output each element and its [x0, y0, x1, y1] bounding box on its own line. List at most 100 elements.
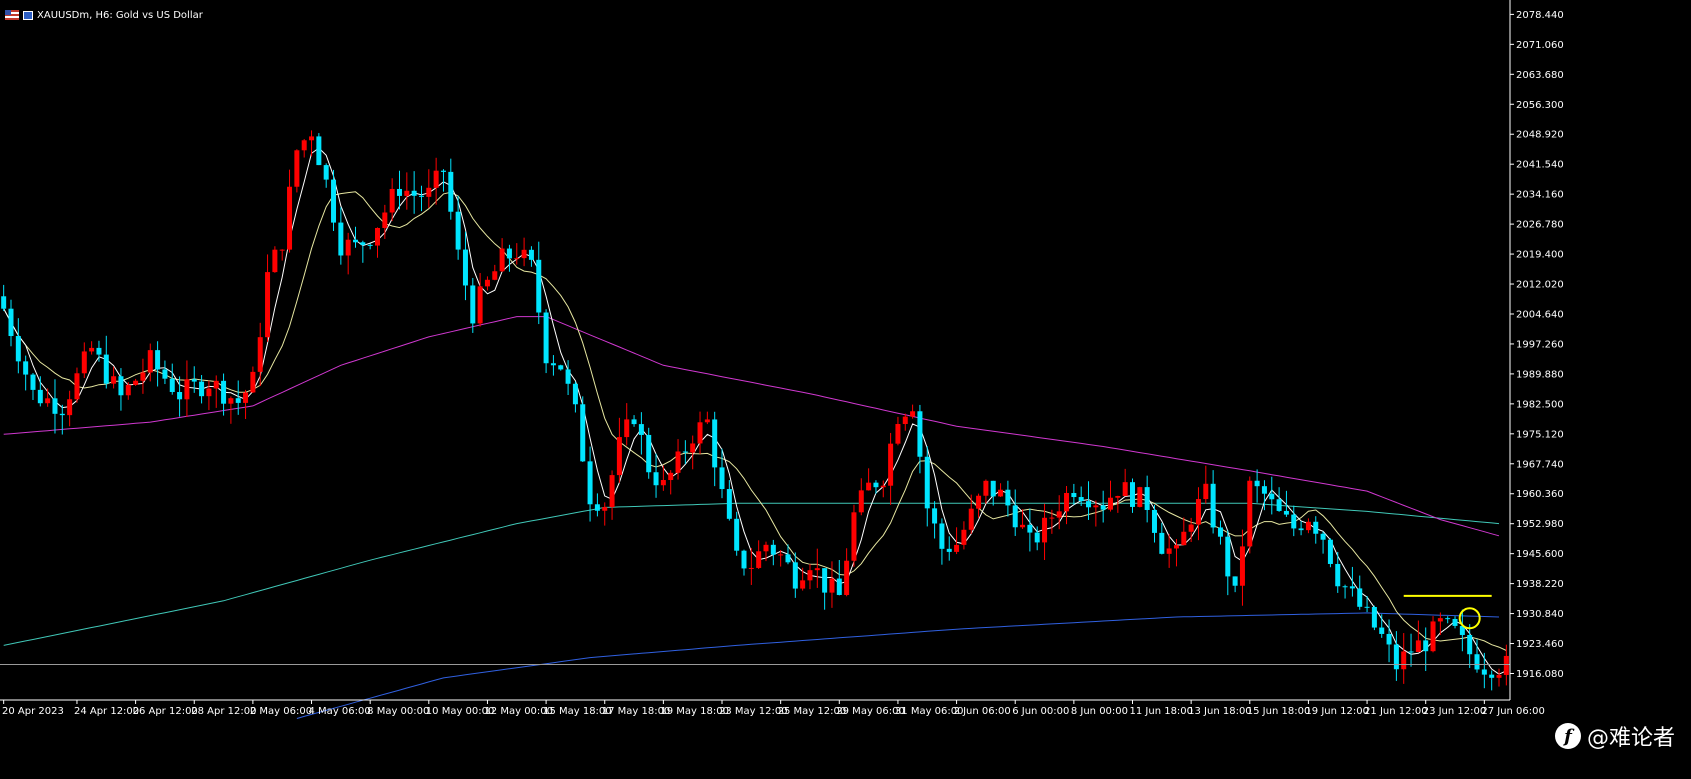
y-tick-label: 2071.060	[1516, 40, 1564, 51]
chart-header: XAUUSDm, H6: Gold vs US Dollar	[5, 8, 203, 22]
candle-body	[602, 507, 608, 511]
candle-body	[177, 392, 183, 400]
candle	[470, 277, 476, 333]
x-tick-label: 21 Jun 12:00	[1364, 706, 1428, 717]
candle	[998, 483, 1004, 497]
price-chart[interactable]: 2078.440 2071.060 2063.680 2056.300 2048.920…	[0, 0, 1691, 779]
candle	[836, 560, 842, 596]
candle	[536, 241, 542, 325]
y-tick-label: 2056.300	[1516, 100, 1564, 111]
candle	[1217, 520, 1223, 545]
candle-body	[1239, 546, 1245, 586]
candle-body	[1261, 486, 1267, 494]
candle	[528, 246, 534, 267]
candle-body	[1349, 586, 1355, 589]
candle-body	[470, 285, 476, 324]
candle-body	[1291, 514, 1297, 529]
candle	[697, 411, 703, 455]
candle-body	[785, 554, 791, 563]
candle	[690, 435, 696, 470]
candle	[792, 552, 798, 598]
candle	[961, 521, 967, 550]
candle-body	[15, 336, 21, 362]
candle-body	[125, 384, 131, 396]
candle-body	[1173, 545, 1179, 549]
candle-body	[1342, 586, 1348, 588]
candle-body	[52, 398, 58, 414]
candle	[37, 376, 43, 407]
candle-body	[543, 312, 549, 364]
candle	[155, 341, 161, 387]
candle	[279, 249, 285, 261]
candle	[983, 479, 989, 504]
y-tick-label: 2034.160	[1516, 190, 1564, 201]
candle	[484, 276, 490, 291]
candle	[1122, 468, 1128, 497]
candle	[822, 568, 828, 610]
candle-body	[155, 350, 161, 370]
candle	[455, 195, 461, 260]
candle	[1, 284, 7, 312]
candle	[111, 366, 117, 389]
candle-body	[888, 443, 894, 486]
candle-body	[272, 249, 278, 273]
candle	[213, 375, 219, 408]
candle	[514, 243, 520, 265]
candle	[1313, 516, 1319, 544]
candle-body	[221, 380, 227, 404]
candle-body	[96, 347, 102, 355]
chart-type-icon[interactable]	[23, 10, 33, 20]
flag-icon[interactable]	[5, 10, 19, 20]
candle	[734, 511, 740, 556]
candle-body	[792, 562, 798, 589]
watermark-text: @难论者	[1587, 726, 1676, 751]
candle	[235, 380, 241, 415]
candle	[440, 169, 446, 192]
candle-body	[1401, 651, 1407, 670]
candle-body	[118, 376, 124, 396]
candle-body	[1122, 482, 1128, 497]
candle-body	[375, 227, 380, 246]
candle-body	[939, 523, 945, 549]
candle-body	[712, 419, 718, 468]
candle-body	[1203, 483, 1209, 500]
candle-body	[1188, 524, 1194, 532]
candle-body	[440, 170, 446, 172]
candle-body	[514, 258, 520, 260]
candle-body	[1298, 528, 1304, 531]
candle	[265, 254, 271, 342]
candle-body	[961, 529, 967, 545]
candle-body	[1276, 499, 1282, 511]
candle-body	[1430, 621, 1436, 652]
candle-body	[418, 195, 424, 197]
candle	[726, 480, 732, 521]
y-tick-label: 1916.080	[1516, 669, 1564, 680]
candle	[1195, 487, 1201, 541]
candle	[932, 501, 938, 539]
candle	[946, 536, 952, 561]
candle-body	[1027, 524, 1033, 533]
candle	[550, 355, 556, 376]
candle-body	[287, 186, 293, 250]
candle	[221, 373, 227, 416]
candle-body	[147, 350, 153, 373]
candle-body	[1254, 480, 1260, 487]
y-tick-label: 2004.640	[1516, 309, 1564, 320]
candle	[162, 360, 168, 385]
y-tick-label: 2019.400	[1516, 250, 1564, 261]
candle	[1254, 469, 1260, 503]
candle	[74, 367, 80, 403]
candle	[800, 567, 806, 591]
candle-body	[426, 187, 432, 197]
candle-body	[191, 379, 197, 382]
candle	[506, 244, 512, 272]
candle-body	[748, 567, 754, 569]
x-tick-label: 19 Jun 12:00	[1305, 706, 1369, 717]
candle	[807, 563, 813, 590]
candle-body	[1371, 607, 1377, 628]
candle	[1064, 485, 1070, 525]
candle-body	[404, 190, 410, 196]
candle	[653, 453, 659, 498]
y-tick-label: 1967.740	[1516, 459, 1564, 470]
candle-body	[1467, 634, 1473, 655]
